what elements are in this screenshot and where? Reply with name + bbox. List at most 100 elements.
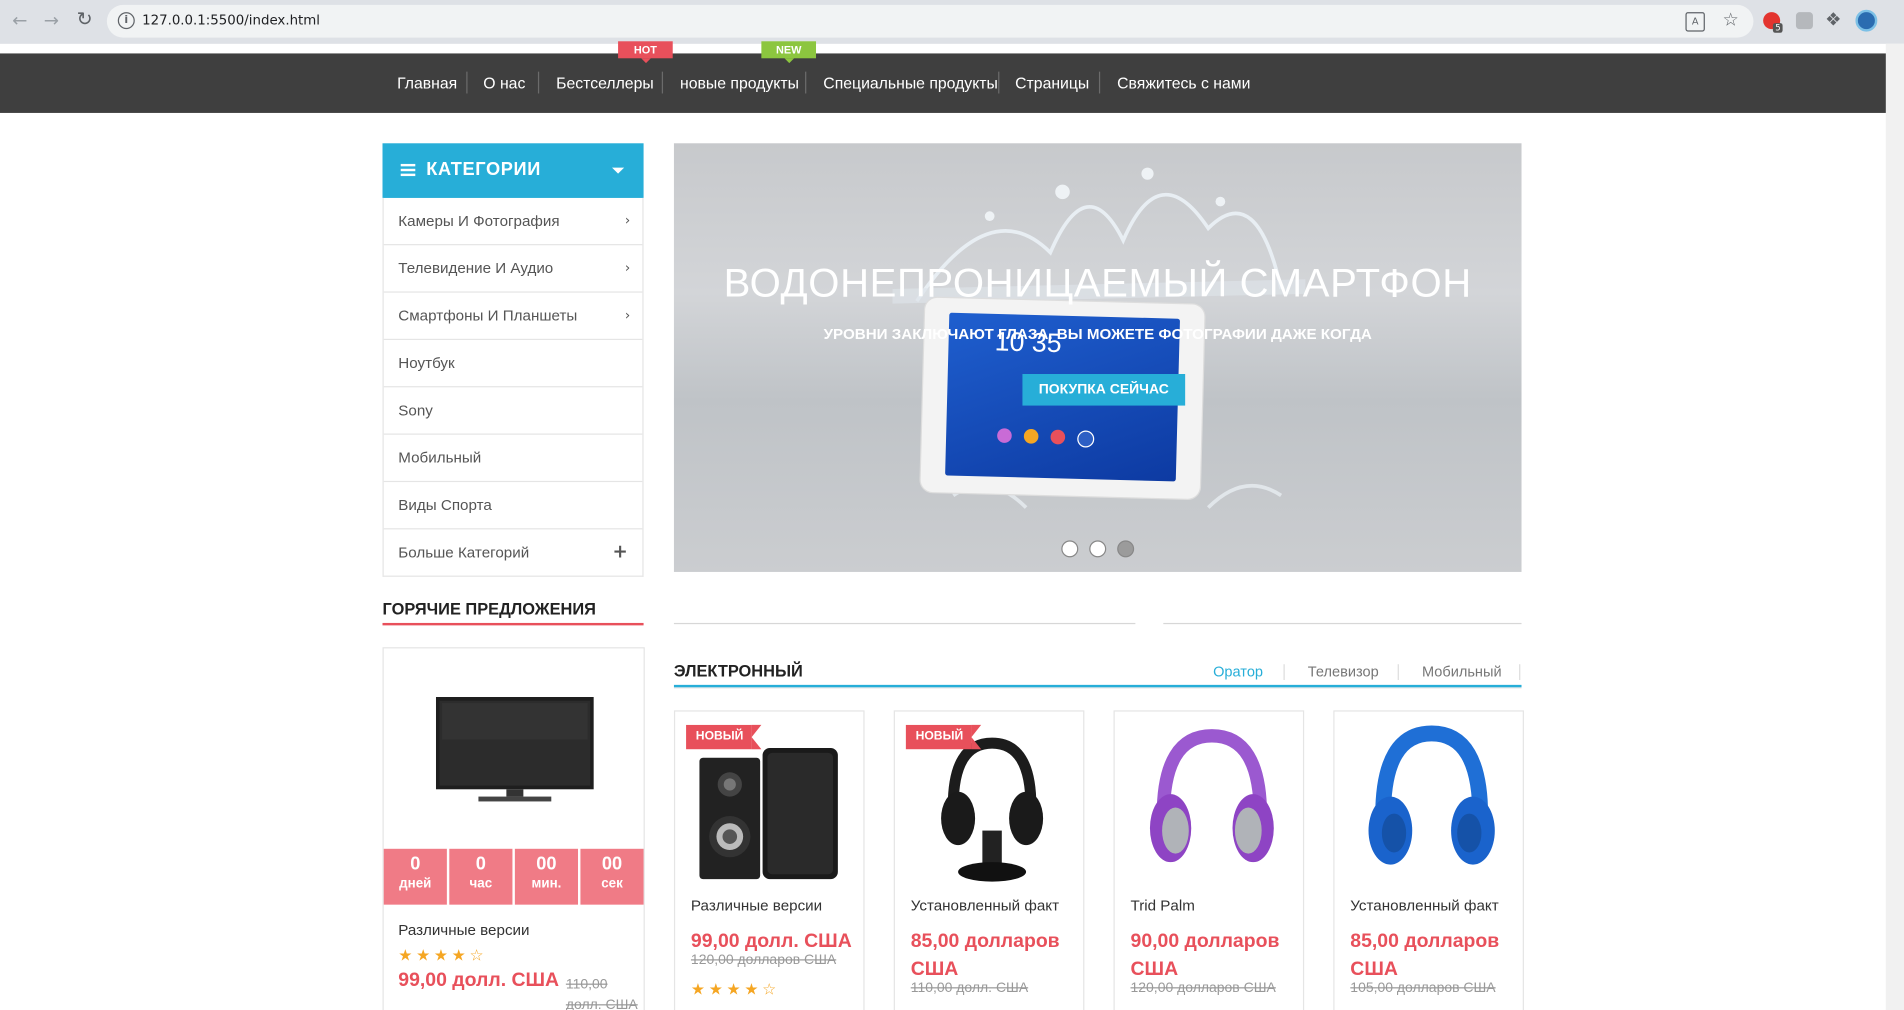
product-name[interactable]: Различные версии [691, 897, 822, 914]
app-icon [1050, 429, 1066, 445]
category-label: Больше Категорий [398, 544, 530, 562]
countdown-hours: 0 час [449, 848, 513, 905]
countdown-unit: сек [601, 876, 623, 892]
app-icon [1023, 428, 1039, 444]
nav-separator [537, 71, 540, 94]
tab-speaker[interactable]: Оратор [1213, 663, 1263, 680]
product-name[interactable]: Различные версии [398, 922, 529, 939]
more-categories[interactable]: Больше Категорий + [383, 528, 643, 575]
category-label: Смартфоны И Планшеты [398, 307, 578, 325]
category-item[interactable]: Мобильный [383, 433, 643, 481]
hero-slider: 10 35 ВОДОНЕПРОНИЦАЕМЫЙ СМАРТФОН УРОВНИ … [673, 143, 1522, 572]
reload-icon[interactable]: ↻ [77, 8, 93, 31]
categories-header[interactable]: КАТЕГОРИИ [382, 143, 644, 198]
product-name[interactable]: Установленный факт [1350, 897, 1498, 914]
product-name[interactable]: Установленный факт [911, 897, 1059, 914]
hero-subtitle: УРОВНИ ЗАКЛЮЧАЮТ ГЛАЗА. ВЫ МОЖЕТЕ ФОТОГР… [823, 325, 1372, 343]
chevron-right-icon: › [624, 212, 631, 229]
plus-icon: + [612, 540, 628, 563]
rating-stars: ★★★★☆ [690, 981, 780, 1000]
category-item[interactable]: Ноутбук [383, 338, 643, 386]
category-list: Камеры И Фотография › Телевидение И Аудио… [382, 197, 644, 577]
category-label: Телевидение И Аудио [398, 259, 554, 277]
hero-title: ВОДОНЕПРОНИЦАЕМЫЙ СМАРТФОН [723, 259, 1472, 305]
app-icon [1077, 430, 1095, 448]
old-price: 110,00 долл. США [565, 977, 638, 1010]
back-icon[interactable]: ← [12, 10, 27, 32]
app-icon [996, 428, 1012, 444]
category-label: Мобильный [398, 449, 482, 467]
product-price: 99,00 долл. США [690, 931, 852, 953]
page-scrollbar[interactable] [1885, 43, 1904, 1010]
rating-stars: ★★★★☆ [398, 947, 488, 966]
nav-separator [805, 71, 807, 94]
product-price: 85,00 долларов США [910, 931, 1060, 980]
tab-mobile[interactable]: Мобильный [1422, 663, 1502, 680]
extension-icon[interactable] [1795, 12, 1813, 30]
category-item[interactable]: Телевидение И Аудио › [383, 244, 643, 291]
countdown-value: 0 [410, 853, 421, 875]
section-divider [673, 687, 1522, 689]
nav-home[interactable]: Главная [397, 74, 457, 92]
avatar[interactable] [1855, 9, 1878, 32]
caret-down-icon [612, 167, 625, 174]
slider-dot-active[interactable] [1117, 540, 1135, 558]
divider [673, 622, 1136, 625]
categories-title: КАТЕГОРИИ [426, 159, 541, 180]
tab-tv[interactable]: Телевизор [1308, 663, 1379, 680]
old-price: 120,00 долларов США [690, 953, 837, 968]
nav-bestsellers[interactable]: Бестселлеры [556, 74, 654, 92]
section-title: ЭЛЕКТРОННЫЙ [673, 661, 803, 681]
nav-special-products[interactable]: Специальные продукты [823, 74, 998, 92]
buy-now-button[interactable]: ПОКУПКА СЕЙЧАС [1022, 374, 1186, 406]
product-card[interactable]: НОВЫЙ Установленный факт 85,00 долларов … [893, 710, 1085, 1010]
hot-deal-card[interactable]: 0 дней 0 час 00 мин. 00 сек Различные версии… [382, 647, 645, 1010]
old-price: 110,00 долл. США [910, 981, 1029, 996]
nav-new-products[interactable]: новые продукты [680, 74, 799, 92]
product-card[interactable]: Установленный факт 85,00 долларов США 10… [1333, 710, 1524, 1010]
slider-dot[interactable] [1061, 540, 1079, 558]
nav-pages[interactable]: Страницы [1015, 74, 1089, 92]
address-bar[interactable]: i 127.0.0.1:5500/index.html A ☆ [106, 4, 1754, 38]
menu-icon [400, 163, 416, 177]
headphones-blue-image [1368, 725, 1495, 865]
slider-dot[interactable] [1089, 540, 1107, 558]
countdown-value: 00 [601, 853, 623, 875]
tab-separator [1519, 664, 1521, 681]
countdown-value: 00 [536, 853, 557, 875]
nav-about[interactable]: О нас [483, 74, 525, 92]
hot-tag: HOT [618, 41, 673, 64]
nav-separator [998, 71, 1000, 94]
category-label: Камеры И Фотография [398, 212, 560, 230]
page-top-strip [0, 43, 1904, 54]
site-info-icon[interactable]: i [117, 12, 135, 30]
category-item[interactable]: Смартфоны И Планшеты › [383, 291, 643, 338]
hot-deals-underline [382, 622, 644, 626]
product-price: 90,00 долларов США [1130, 931, 1280, 980]
category-label: Ноутбук [398, 354, 455, 372]
tv-image [435, 697, 594, 802]
product-card[interactable]: НОВЫЙ Различные версии 99,00 долл. США 1… [673, 710, 865, 1010]
url-text[interactable]: 127.0.0.1:5500/index.html [142, 12, 320, 28]
forward-icon[interactable]: → [44, 10, 59, 32]
category-item[interactable]: Виды Спорта [383, 480, 643, 528]
chevron-right-icon: › [624, 307, 631, 324]
hot-deals-title: ГОРЯЧИЕ ПРЕДЛОЖЕНИЯ [382, 599, 596, 619]
new-badge: НОВЫЙ [905, 724, 982, 750]
product-card[interactable]: Trid Palm 90,00 долларов США 120,00 долл… [1113, 710, 1305, 1010]
countdown-unit: дней [399, 876, 432, 892]
headphones-purple-image [1149, 729, 1274, 863]
puzzle-icon[interactable]: ❖ [1825, 9, 1841, 31]
countdown-value: 0 [475, 853, 486, 875]
bookmark-star-icon[interactable]: ☆ [1723, 9, 1739, 31]
old-price: 120,00 долларов США [1130, 981, 1276, 996]
countdown-unit: мин. [531, 876, 562, 892]
category-item[interactable]: Камеры И Фотография › [384, 198, 643, 244]
category-item[interactable]: Sony [383, 386, 643, 433]
extension-badge: 5 [1772, 23, 1784, 33]
translate-icon[interactable]: A [1685, 12, 1705, 32]
section-underline [673, 684, 1522, 688]
category-label: Sony [398, 401, 433, 419]
nav-contact[interactable]: Свяжитесь с нами [1117, 74, 1250, 92]
product-name[interactable]: Trid Palm [1131, 897, 1195, 914]
